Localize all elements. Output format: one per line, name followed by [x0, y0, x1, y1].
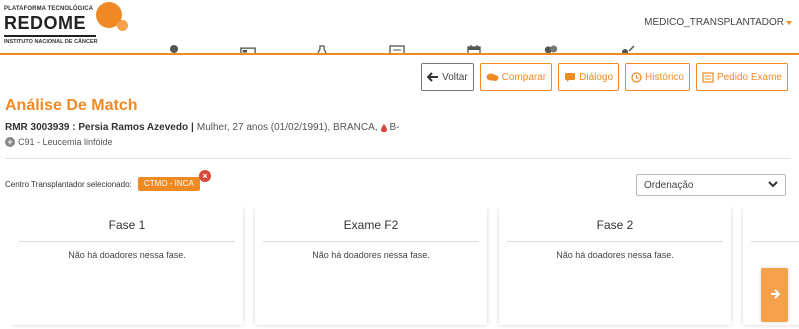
patient-diagnosis[interactable]: + C91 - Leucemia linfóide [5, 137, 113, 147]
blood-type: B- [389, 122, 400, 133]
dialog-button-label: Diálogo [579, 71, 614, 83]
page-title: Análise De Match [5, 97, 138, 114]
header-divider [0, 53, 799, 55]
flask-list-icon [702, 71, 714, 83]
phase-empty-message: Não há doadores nessa fase. [556, 250, 674, 260]
blood-drop-icon [380, 123, 387, 132]
arrow-left-icon [427, 72, 439, 82]
dialog-button[interactable]: Diálogo [558, 63, 620, 91]
clock-icon [631, 71, 642, 83]
back-button-label: Voltar [442, 71, 468, 83]
phase-empty-message: Não há doadores nessa fase. [312, 250, 430, 260]
user-name: MEDICO_TRANSPLANTADOR [644, 17, 784, 28]
phase-column: Fase 1 Não há doadores nessa fase. [11, 207, 243, 325]
centro-label: Centro Transplantador selecionado: [5, 180, 132, 189]
history-button-label: Histórico [645, 71, 684, 83]
phase-divider [507, 241, 723, 242]
plus-circle-icon[interactable]: + [5, 137, 15, 147]
patient-summary: RMR 3003939 : Persia Ramos Azevedo | Mul… [5, 122, 400, 133]
close-icon[interactable]: × [199, 170, 211, 182]
history-button[interactable]: Histórico [625, 63, 690, 91]
logo-rule [4, 35, 96, 37]
patient-details: Mulher, 27 anos (01/02/1991), BRANCA, [196, 122, 378, 133]
section-divider [5, 158, 791, 159]
comments-icon [486, 72, 499, 82]
phase-title: Fase 2 [596, 218, 634, 232]
phase-divider [19, 241, 235, 242]
phase-title: Fase 1 [108, 218, 146, 232]
phase-column: Fase 2 Não há doadores nessa fase. [499, 207, 731, 325]
app-header: PLATAFORMA TECNOLÓGICA REDOME INSTITUTO … [0, 0, 799, 55]
phase-columns: Fase 1 Não há doadores nessa fase. Exame… [11, 207, 799, 329]
logo-blob-small [117, 20, 128, 31]
phase-column: Exame F2 Não há doadores nessa fase. [255, 207, 487, 325]
exam-request-button-label: Pedido Exame [716, 71, 782, 83]
chevron-down-icon [768, 180, 778, 191]
sort-select-value: Ordenação [644, 179, 694, 191]
compare-button-label: Comparar [501, 71, 547, 83]
exam-request-button[interactable]: Pedido Exame [695, 63, 788, 91]
diagnosis-text: C91 - Leucemia linfóide [18, 137, 113, 147]
sort-select[interactable]: Ordenação [636, 174, 786, 196]
phase-empty-message: Não há doadores nessa fase. [68, 250, 186, 260]
arrow-right-icon [770, 288, 780, 302]
phase-title: Exame F2 [343, 218, 399, 232]
patient-id-name: RMR 3003939 : Persia Ramos Azevedo [5, 122, 189, 133]
patient-separator: | [191, 122, 194, 133]
comment-icon [564, 72, 576, 82]
user-menu[interactable]: MEDICO_TRANSPLANTADOR [644, 17, 792, 28]
phase-divider [751, 241, 799, 242]
logo-main-text: REDOME [4, 13, 87, 33]
phase-divider [263, 241, 479, 242]
action-toolbar: Voltar Comparar Diálogo Histórico Pedido… [421, 63, 788, 91]
chevron-down-icon [786, 20, 792, 25]
back-button[interactable]: Voltar [421, 63, 474, 91]
next-phases-button[interactable] [761, 268, 788, 322]
centro-badge: CTMO - INCA [138, 177, 200, 191]
compare-button[interactable]: Comparar [479, 63, 553, 91]
